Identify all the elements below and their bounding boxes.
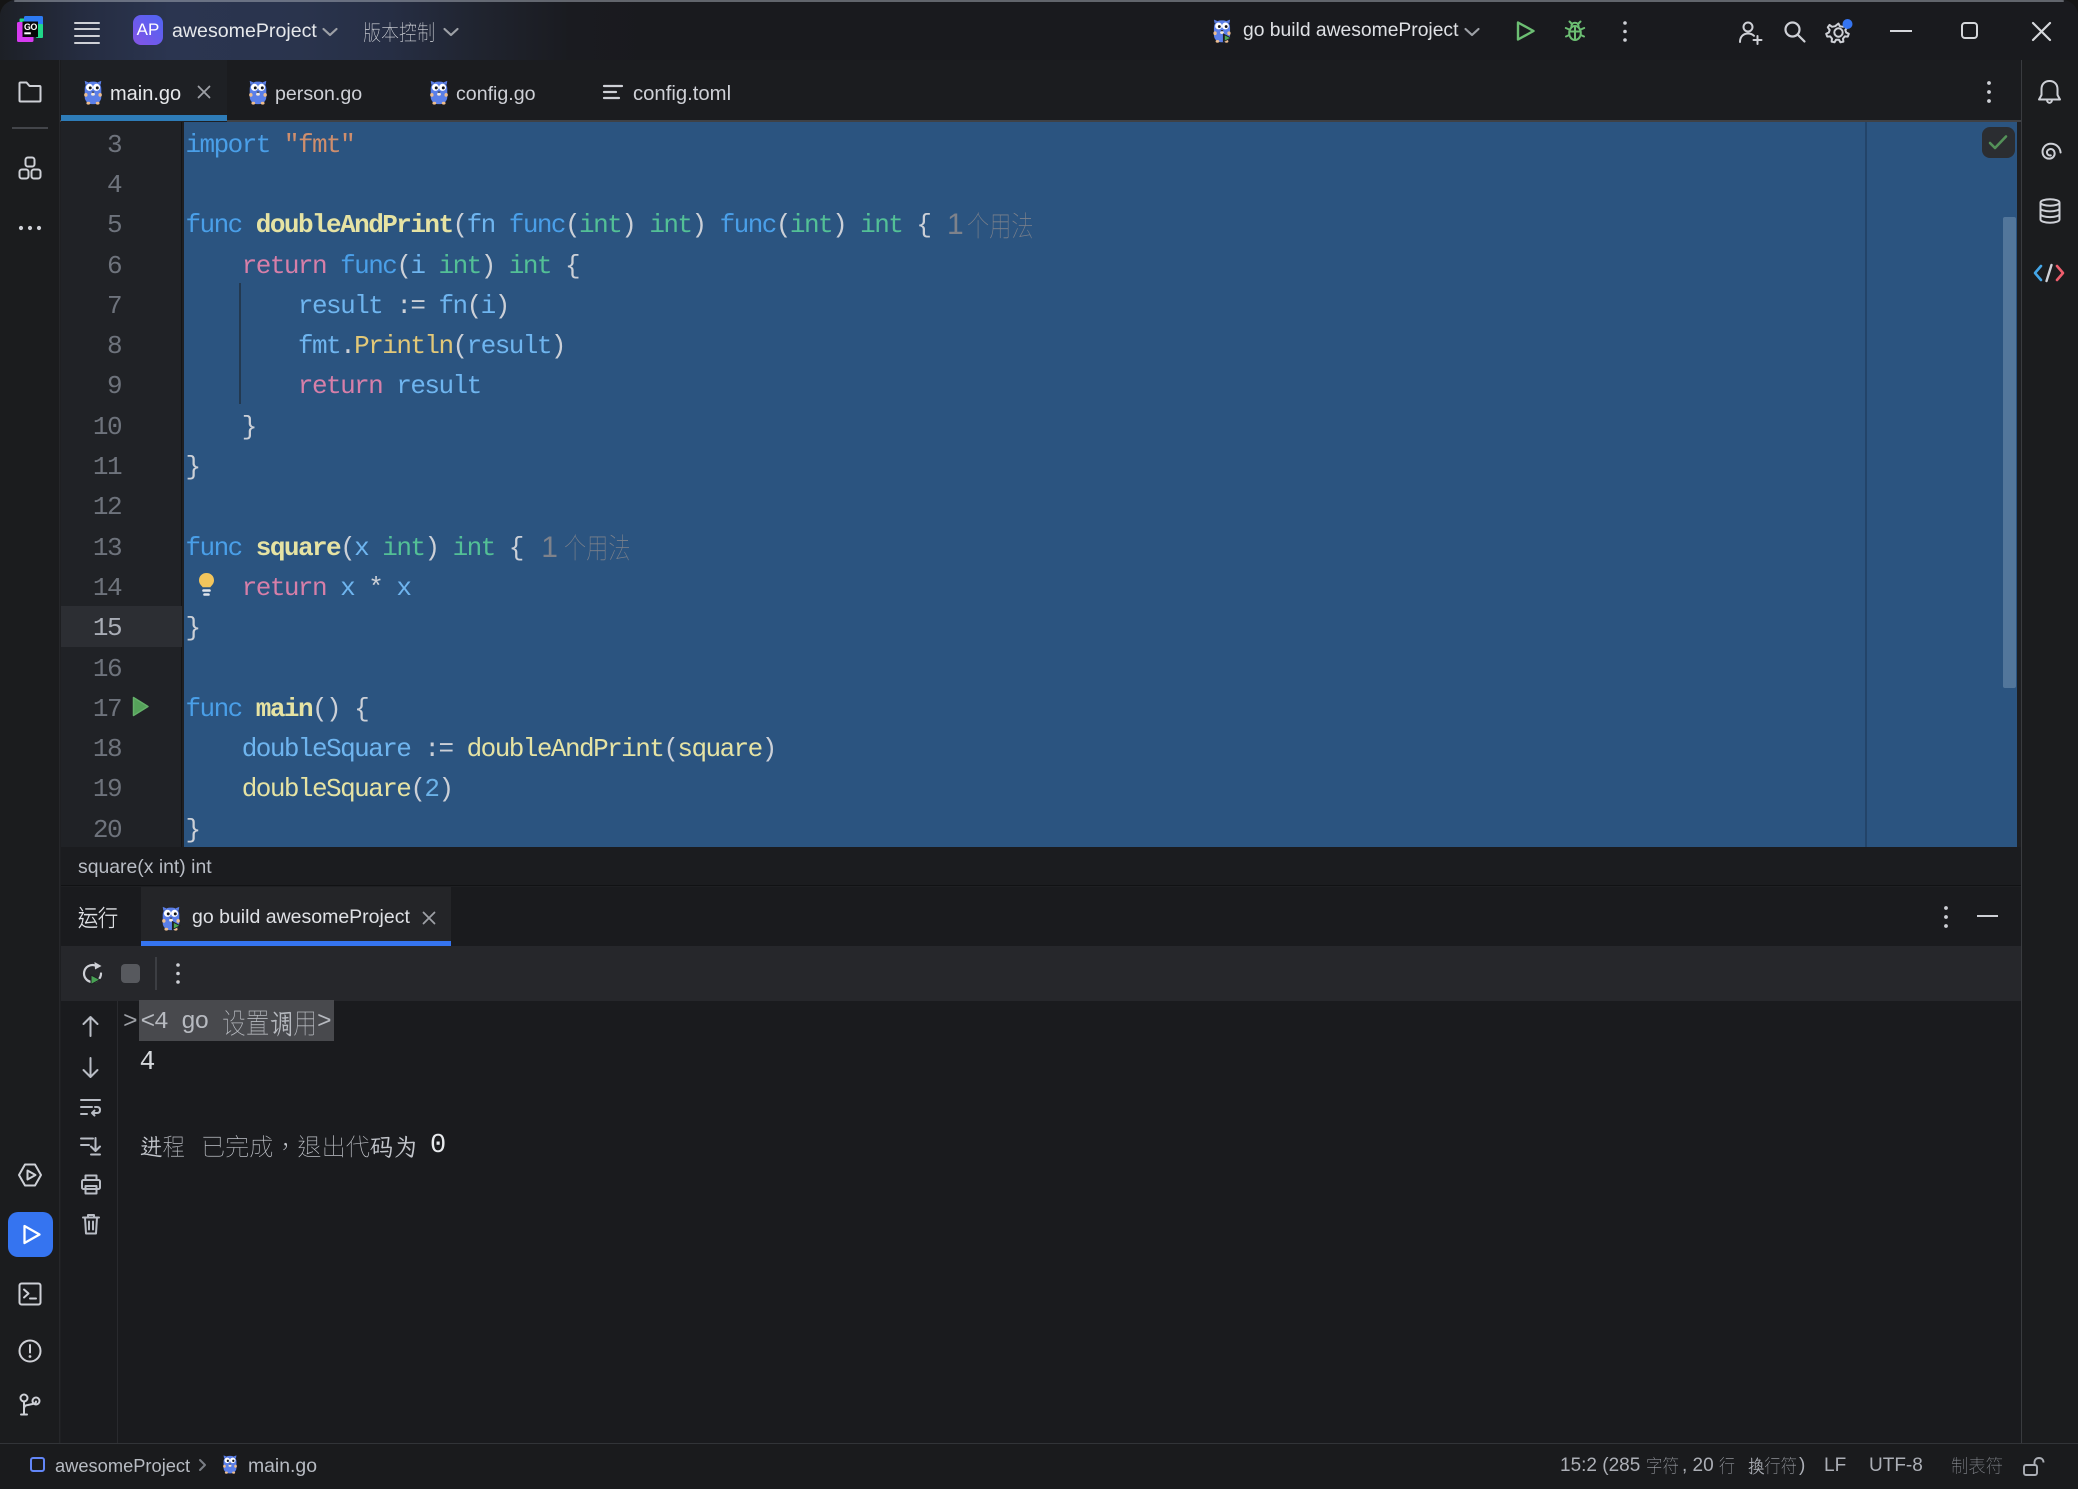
svg-text:GO: GO: [24, 22, 37, 32]
